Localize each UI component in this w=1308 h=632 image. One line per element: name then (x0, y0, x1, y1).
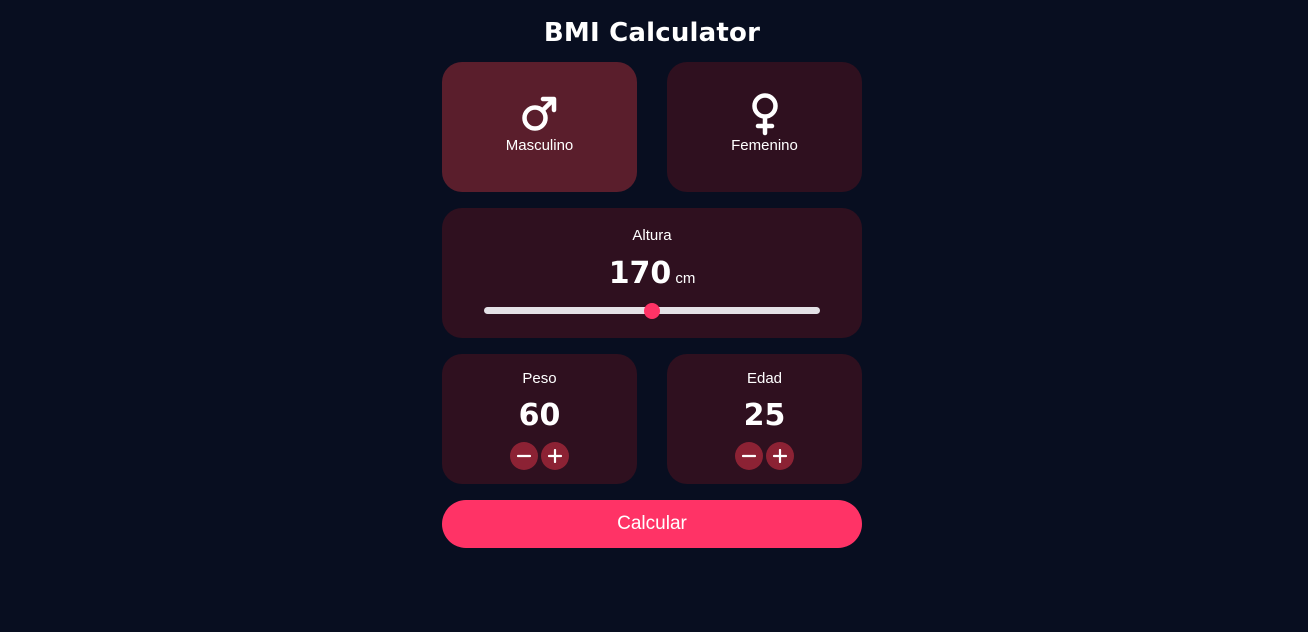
weight-increment-button[interactable] (541, 442, 569, 470)
height-value: 170 (608, 256, 672, 291)
gender-label-female: Femenino (731, 137, 798, 154)
age-card: Edad 25 (667, 354, 862, 484)
height-card: Altura 170 cm (442, 208, 862, 338)
weight-value: 60 (518, 398, 561, 433)
plus-icon (773, 449, 787, 463)
age-label: Edad (746, 370, 783, 387)
bmi-calculator-app: BMI Calculator Masculino Femenino Altura… (0, 0, 1308, 632)
height-readout: 170 cm (442, 256, 862, 291)
page-title: BMI Calculator (543, 18, 761, 48)
age-stepper (667, 442, 862, 470)
gender-option-female[interactable]: Femenino (667, 62, 862, 192)
plus-icon (548, 449, 562, 463)
weight-stepper (442, 442, 637, 470)
age-decrement-button[interactable] (735, 442, 763, 470)
female-symbol-icon (667, 92, 862, 136)
weight-decrement-button[interactable] (510, 442, 538, 470)
height-unit: cm (675, 270, 696, 287)
age-increment-button[interactable] (766, 442, 794, 470)
age-value: 25 (743, 398, 786, 433)
weight-label: Peso (522, 370, 557, 387)
gender-label-male: Masculino (505, 137, 574, 154)
minus-icon (742, 454, 756, 458)
calculate-button[interactable]: Calcular (442, 500, 862, 548)
minus-icon (517, 454, 531, 458)
gender-option-male[interactable]: Masculino (442, 62, 637, 192)
weight-card: Peso 60 (442, 354, 637, 484)
height-label: Altura (632, 227, 672, 244)
height-slider-thumb[interactable] (644, 303, 660, 319)
height-slider[interactable] (484, 303, 820, 319)
male-symbol-icon (442, 92, 637, 136)
